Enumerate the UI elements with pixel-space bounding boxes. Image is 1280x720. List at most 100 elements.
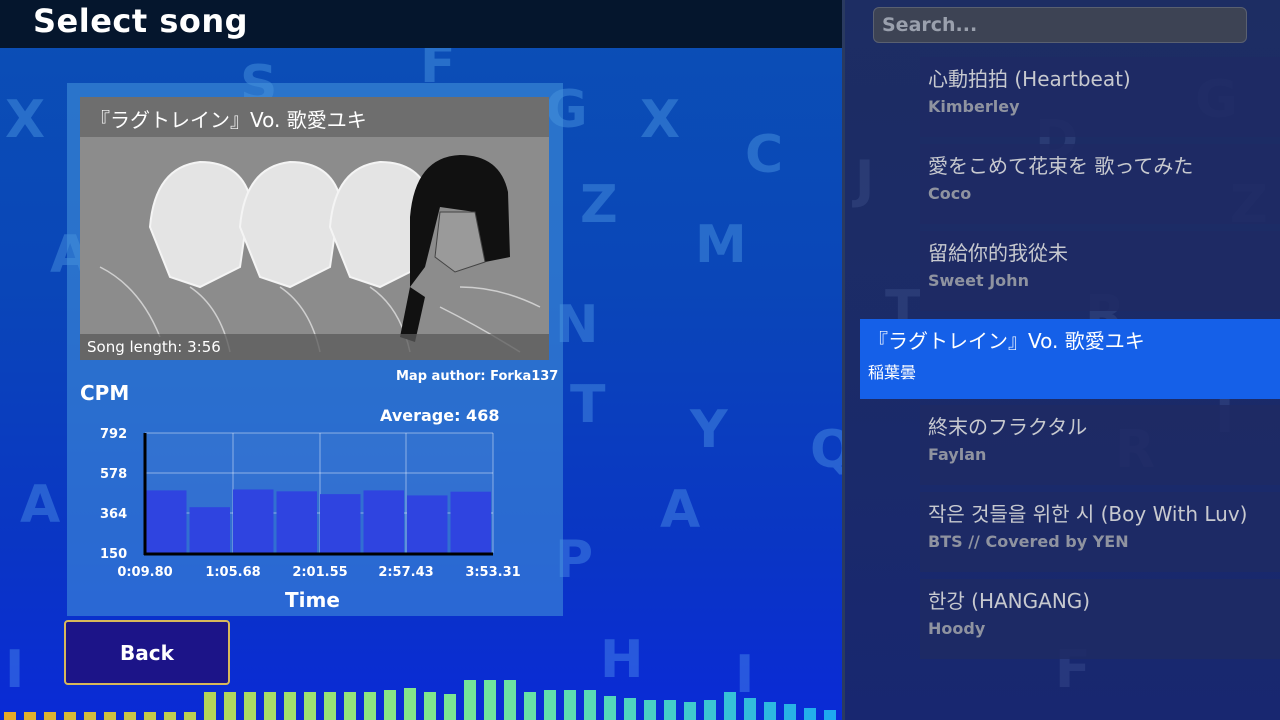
visualizer-bar [464,680,476,720]
x-tick-label: 0:09.80 [117,565,172,580]
song-title: 작은 것들을 위한 시 (Boy With Luv) [928,502,1248,526]
visualizer-bar [284,692,296,720]
visualizer-bar [424,692,436,720]
visualizer-bar [224,692,236,720]
bg-letter: Y [690,400,728,460]
visualizer-bar [64,712,76,720]
chart-xlabel: Time [285,588,340,612]
chart-bar [363,490,404,553]
cover-song-title: 『ラグトレイン』Vo. 歌愛ユキ [80,97,549,137]
x-tick-label: 1:05.68 [205,565,260,580]
y-tick-label: 150 [100,547,127,562]
chart-bar [407,495,448,553]
song-length: Song length: 3:56 [80,334,549,360]
bg-letter: A [660,480,701,540]
song-title: 『ラグトレイン』Vo. 歌愛ユキ [868,329,1145,353]
chart-bar [276,491,317,553]
song-list-item[interactable]: 終末のフラクタル Faylan [920,405,1280,485]
visualizer-bar [264,692,276,720]
bg-letter: X [640,90,681,150]
song-artist: BTS // Covered by YEN [928,532,1129,551]
song-artist: Faylan [928,445,987,464]
chart-bar [189,507,230,553]
visualizer-bar [144,712,156,720]
chart-bar [233,489,274,553]
visualizer-bar [404,688,416,720]
visualizer-bar [104,712,116,720]
audio-visualizer [4,680,836,720]
visualizer-bar [804,708,816,720]
visualizer-bar [444,694,456,720]
visualizer-bar [384,690,396,720]
song-list-item[interactable]: 한강 (HANGANG) Hoody [920,579,1280,659]
song-title: 留給你的我從未 [928,241,1068,265]
cover-art-image [80,137,549,360]
visualizer-bar [764,702,776,720]
song-title: 愛をこめて花束を 歌ってみた [928,154,1194,178]
visualizer-bar [704,700,716,720]
bg-letter: A [20,475,61,535]
visualizer-bar [204,692,216,720]
visualizer-bar [824,710,836,720]
song-list-item[interactable]: 『ラグトレイン』Vo. 歌愛ユキ稲葉曇 [860,319,1280,399]
visualizer-bar [664,700,676,720]
visualizer-bar [684,702,696,720]
visualizer-bar [744,698,756,720]
bg-letter: M [695,215,747,275]
chart-bar [450,491,491,553]
bg-letter: C [745,125,784,185]
song-artist: Kimberley [928,97,1020,116]
visualizer-bar [84,712,96,720]
visualizer-bar [484,680,496,720]
visualizer-bar [604,696,616,720]
y-tick-label: 578 [100,467,127,482]
chart-bar [146,490,187,553]
song-artist: Hoody [928,619,986,638]
visualizer-bar [524,692,536,720]
visualizer-bar [4,712,16,720]
visualizer-bar [644,700,656,720]
visualizer-bar [784,704,796,720]
bg-letter: Z [580,175,618,235]
x-tick-label: 3:53.31 [465,565,520,580]
chart-ylabel: CPM [80,381,130,405]
song-title: 終末のフラクタル [928,415,1088,439]
map-author: Map author: Forka137 [396,369,559,384]
visualizer-bar [544,690,556,720]
header-bar: Select song [0,0,842,48]
x-tick-label: 2:57.43 [378,565,433,580]
visualizer-bar [164,712,176,720]
song-title: 心動拍拍 (Heartbeat) [928,67,1131,91]
visualizer-bar [24,712,36,720]
search-input[interactable]: Search... [873,7,1247,43]
visualizer-bar [184,712,196,720]
bg-letter: X [5,90,46,150]
song-cover: 『ラグトレイン』Vo. 歌愛ユキ Song length: 3:56 [80,97,549,360]
bg-letter: J [855,150,875,210]
song-artist: Sweet John [928,271,1029,290]
visualizer-bar [304,692,316,720]
visualizer-bar [504,680,516,720]
song-list-item[interactable]: 心動拍拍 (Heartbeat) Kimberley [920,57,1280,137]
visualizer-bar [124,712,136,720]
bg-letter: T [570,375,606,435]
y-tick-label: 792 [100,427,127,442]
song-list-item[interactable]: 愛をこめて花束を 歌ってみた Coco [920,144,1280,224]
visualizer-bar [44,712,56,720]
visualizer-bar [584,690,596,720]
song-list-item[interactable]: 留給你的我從未 Sweet John [920,231,1280,311]
visualizer-bar [344,692,356,720]
chart-bar [320,494,361,553]
visualizer-bar [244,692,256,720]
page-title: Select song [33,2,249,40]
visualizer-bar [724,692,736,720]
x-tick-label: 2:01.55 [292,565,347,580]
visualizer-bar [624,698,636,720]
bg-letter: Q [810,420,842,480]
visualizer-bar [364,692,376,720]
song-artist: Coco [928,184,972,203]
song-list-item[interactable]: 작은 것들을 위한 시 (Boy With Luv) BTS // Covered… [920,492,1280,572]
visualizer-bar [564,690,576,720]
song-artist: 稲葉曇 [868,363,917,382]
visualizer-bar [324,692,336,720]
